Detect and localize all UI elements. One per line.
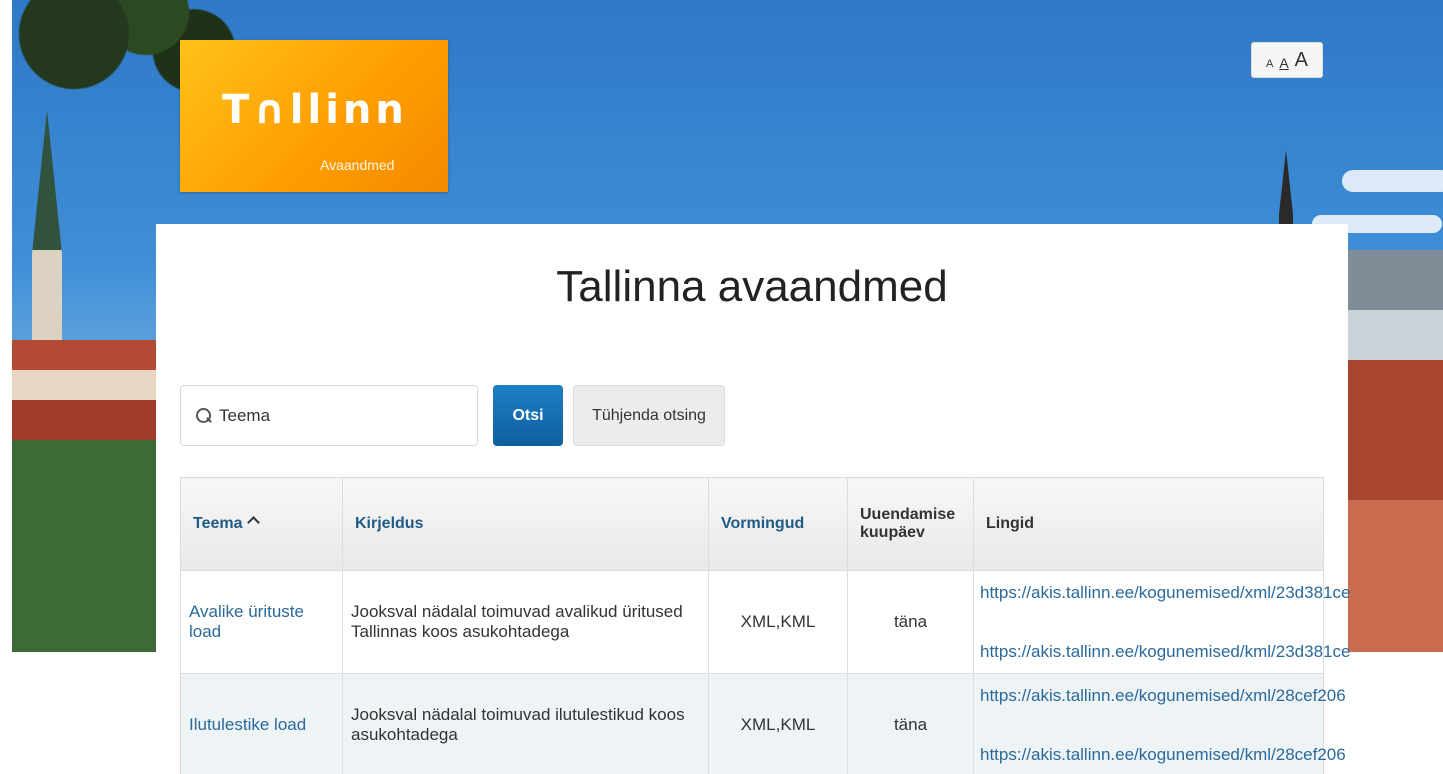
cell-topic: Ilutulestike load	[180, 673, 343, 774]
topic-link[interactable]: Ilutulestike load	[189, 715, 306, 734]
font-size-medium-button[interactable]: A	[1279, 56, 1288, 70]
cloud	[1342, 170, 1443, 192]
column-header-updated-label: Uuendamise kuupäev	[860, 506, 956, 541]
cell-description: Jooksval nädalal toimuvad ilutulestikud …	[342, 673, 709, 774]
datasets-table: Teema Kirjeldus Vormingud Uuendamise kuu…	[180, 477, 1350, 774]
site-logo[interactable]: T∩llinn Avaandmed	[180, 40, 448, 192]
column-header-links: Lingid	[973, 477, 1324, 571]
column-header-description[interactable]: Kirjeldus	[342, 477, 709, 571]
xml-link[interactable]: https://akis.tallinn.ee/kogunemised/xml/…	[980, 687, 1346, 704]
city-rooftops-left	[12, 300, 162, 652]
search-button[interactable]: Otsi	[493, 385, 563, 446]
column-header-topic-label: Teema	[193, 515, 243, 532]
xml-link[interactable]: https://akis.tallinn.ee/kogunemised/xml/…	[980, 584, 1350, 601]
cell-links: https://akis.tallinn.ee/kogunemised/xml/…	[973, 673, 1346, 774]
search-box[interactable]	[180, 385, 478, 446]
column-header-description-label: Kirjeldus	[355, 515, 424, 532]
column-header-updated: Uuendamise kuupäev	[847, 477, 974, 571]
logo-subtitle: Avaandmed	[320, 157, 395, 173]
column-header-formats-label: Vormingud	[721, 515, 805, 532]
search-input[interactable]	[219, 405, 459, 426]
cell-formats: XML,KML	[708, 570, 848, 674]
table-row: Ilutulestike load Jooksval nädalal toimu…	[180, 673, 1346, 774]
search-icon	[195, 407, 213, 425]
font-size-switcher: A A A	[1251, 42, 1323, 78]
sort-ascending-icon	[246, 516, 260, 529]
cell-formats: XML,KML	[708, 673, 848, 774]
font-size-large-button[interactable]: A	[1295, 50, 1308, 70]
topic-link[interactable]: Avalike ürituste load	[189, 602, 304, 641]
cell-links: https://akis.tallinn.ee/kogunemised/xml/…	[973, 570, 1350, 674]
logo-wordmark: T∩llinn	[222, 87, 408, 133]
column-header-links-label: Lingid	[986, 515, 1034, 532]
church-spire-right	[1279, 150, 1293, 230]
cell-updated: täna	[847, 673, 974, 774]
kml-link[interactable]: https://akis.tallinn.ee/kogunemised/kml/…	[980, 746, 1346, 763]
font-size-small-button[interactable]: A	[1266, 59, 1273, 70]
cell-updated: täna	[847, 570, 974, 674]
city-rooftops-right	[1348, 250, 1443, 652]
table-header-row: Teema Kirjeldus Vormingud Uuendamise kuu…	[180, 477, 1324, 571]
clear-search-button[interactable]: Tühjenda otsing	[573, 385, 725, 446]
cell-topic: Avalike ürituste load	[180, 570, 343, 674]
column-header-topic[interactable]: Teema	[180, 477, 343, 571]
table-row: Avalike ürituste load Jooksval nädalal t…	[180, 570, 1350, 674]
main-panel: Tallinna avaandmed Otsi Tühjenda otsing …	[156, 224, 1350, 774]
kml-link[interactable]: https://akis.tallinn.ee/kogunemised/kml/…	[980, 643, 1350, 660]
cell-description: Jooksval nädalal toimuvad avalikud üritu…	[342, 570, 709, 674]
column-header-formats[interactable]: Vormingud	[708, 477, 848, 571]
page-title: Tallinna avaandmed	[556, 262, 948, 311]
